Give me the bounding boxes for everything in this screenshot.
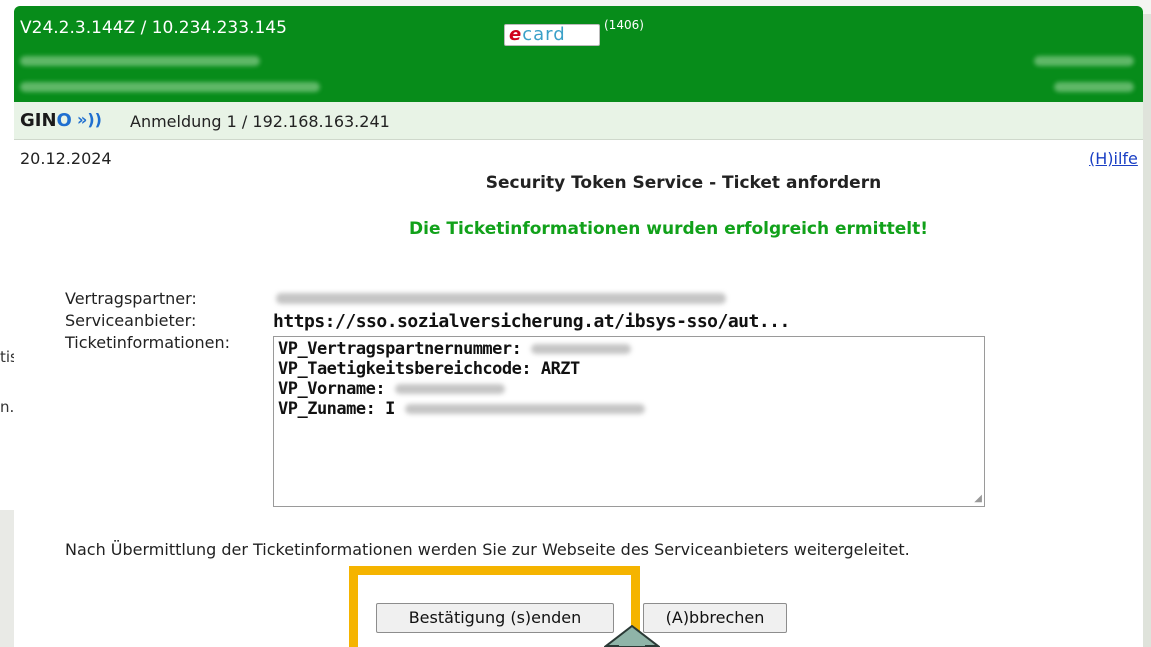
success-message: Die Ticketinformationen wurden erfolgrei… — [409, 219, 928, 239]
arrow-up-icon — [604, 625, 660, 647]
ticket-line: VP_Taetigkeitsbereichcode: ARZT — [278, 359, 580, 379]
help-link[interactable]: (H)ilfe — [1089, 149, 1138, 168]
resize-grip-icon[interactable]: ◢ — [974, 493, 982, 504]
redacted-header-line — [20, 82, 320, 92]
ticket-line: VP_Vorname: — [278, 379, 980, 399]
cancel-button[interactable]: (A)bbrechen — [643, 603, 787, 633]
page-title: Security Token Service - Ticket anforder… — [485, 173, 882, 193]
partner-label: Vertragspartner: — [65, 289, 197, 308]
ticket-line: VP_Vertragspartnernummer: — [278, 339, 980, 359]
gino-logo: GINO — [20, 110, 72, 131]
redacted-header-line — [1034, 56, 1134, 66]
service-label: Serviceanbieter: — [65, 311, 197, 330]
ticket-textarea[interactable]: VP_Vertragspartnernummer: VP_Taetigkeits… — [273, 336, 985, 507]
ticket-label: Ticketinformationen: — [65, 333, 231, 352]
background-text-fragment: n. — [0, 398, 15, 416]
gino-bar: GINO »)) Anmeldung 1 / 192.168.163.241 — [14, 102, 1143, 140]
version-label: V24.2.3.144Z / 10.234.233.145 — [20, 18, 287, 38]
ticket-line: VP_Zuname: I — [278, 399, 980, 419]
info-text: Nach Übermittlung der Ticketinformatione… — [65, 540, 910, 559]
ecard-logo: ecard — [504, 24, 600, 46]
signal-waves-icon: »)) — [77, 110, 102, 129]
highlight-box — [349, 566, 640, 647]
redacted-header-line — [20, 56, 260, 66]
redacted-value — [531, 344, 632, 354]
ecard-code: (1406) — [604, 18, 644, 32]
ecard-window: V24.2.3.144Z / 10.234.233.145 ecard (140… — [14, 6, 1143, 647]
redacted-value — [394, 384, 505, 394]
redacted-value — [404, 404, 645, 414]
session-info: Anmeldung 1 / 192.168.163.241 — [130, 112, 390, 131]
header-bar: V24.2.3.144Z / 10.234.233.145 ecard (140… — [14, 6, 1143, 102]
redacted-header-line — [1054, 82, 1134, 92]
redacted-partner-value — [276, 293, 726, 304]
date-label: 20.12.2024 — [20, 149, 112, 168]
service-url: https://sso.sozialversicherung.at/ibsys-… — [273, 311, 790, 332]
